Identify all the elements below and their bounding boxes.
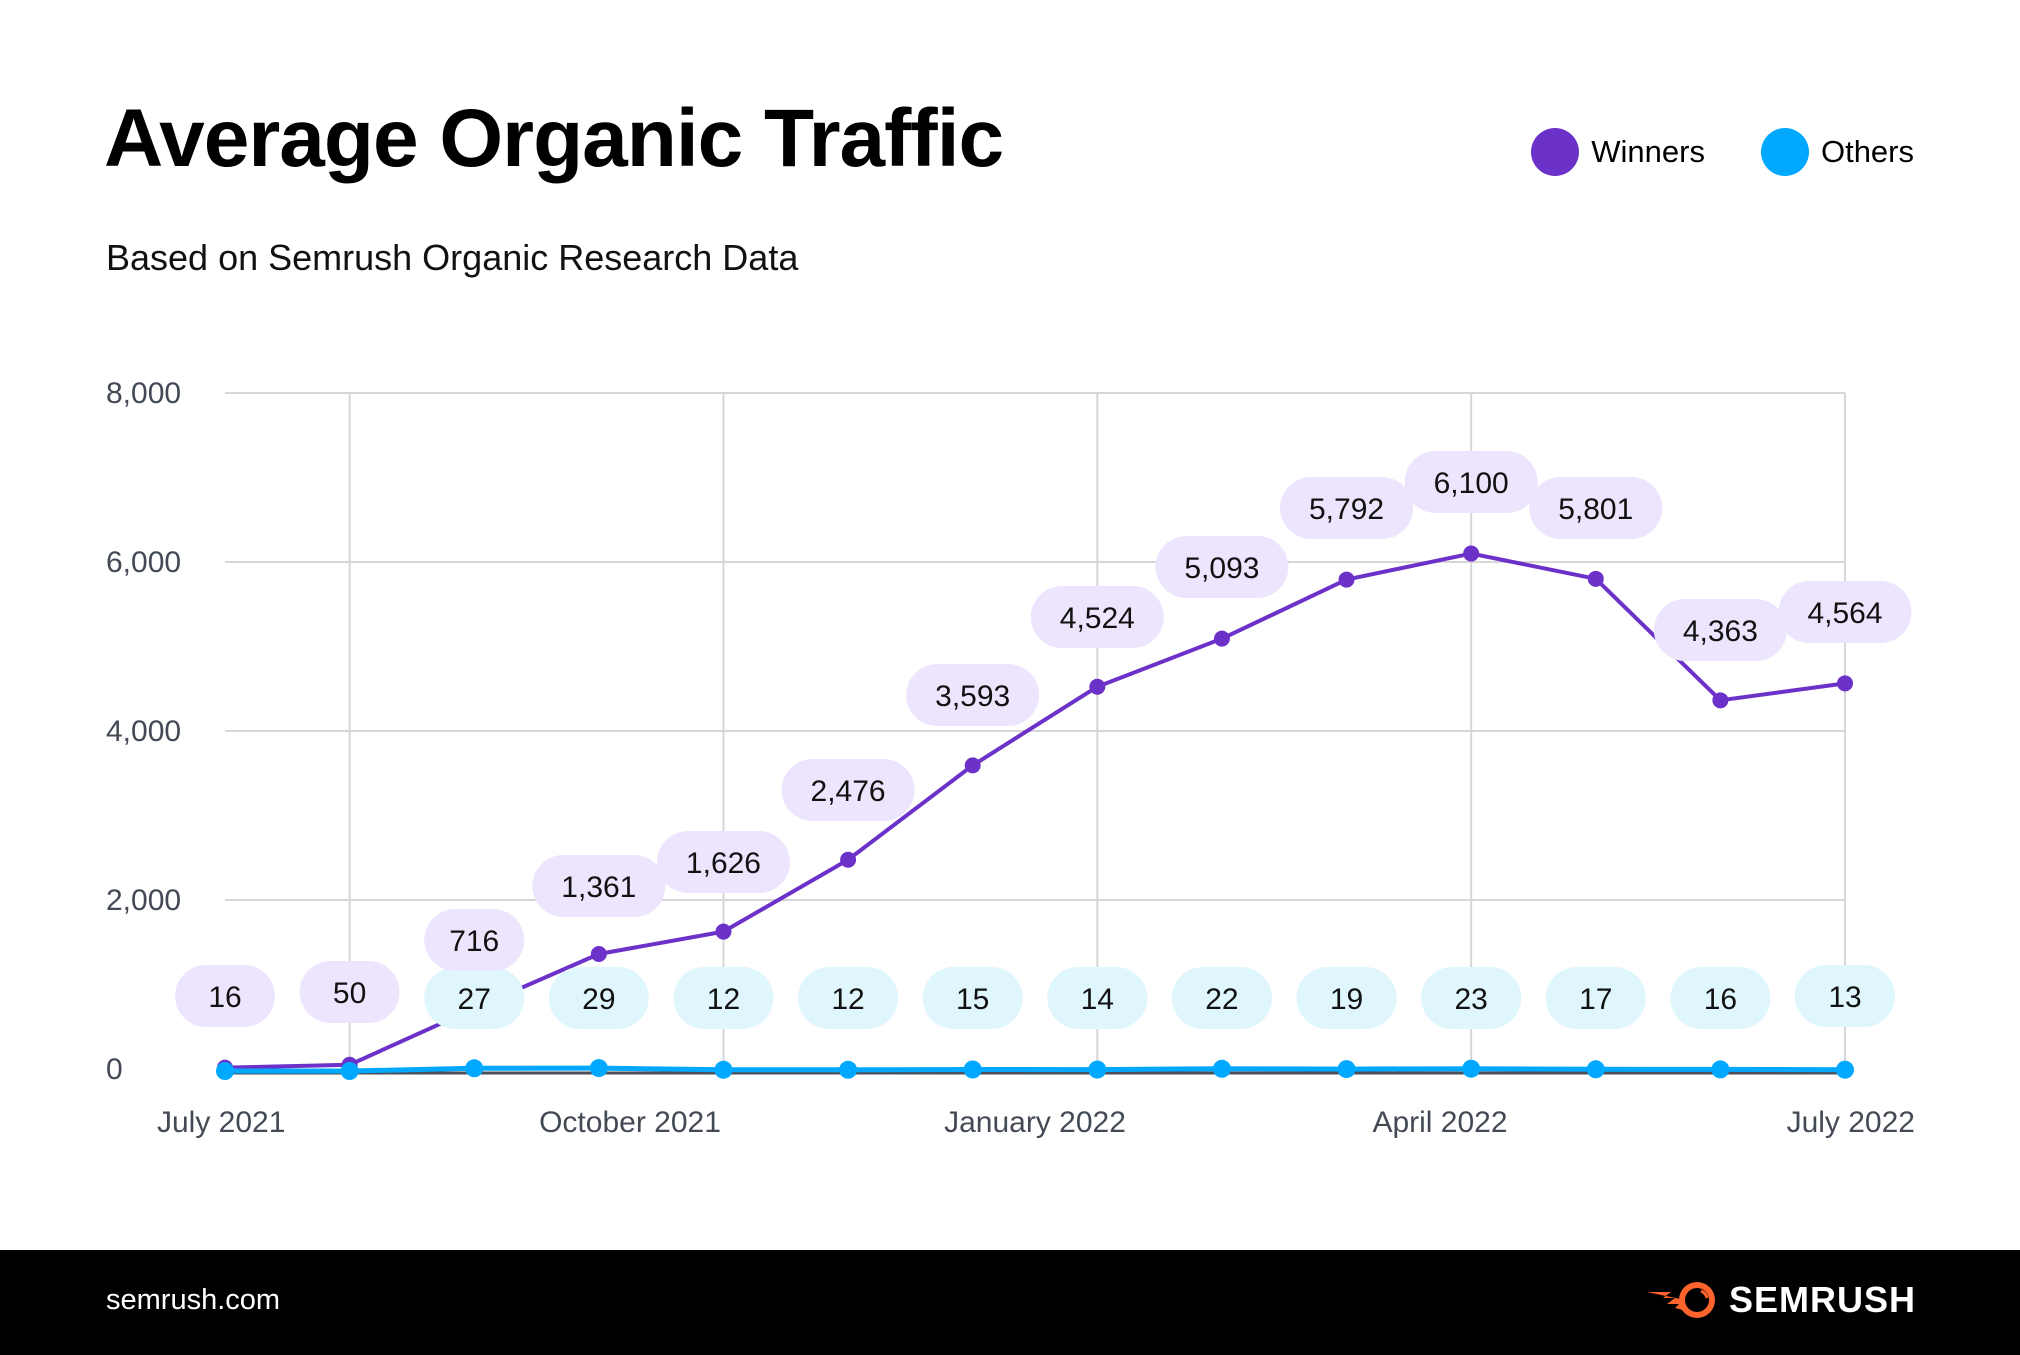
semrush-logo: SEMRUSH xyxy=(1645,1278,1916,1322)
winners-point xyxy=(1089,678,1106,695)
y-tick-label: 2,000 xyxy=(106,884,181,917)
data-label: 23 xyxy=(1454,983,1487,1016)
data-label: 13 xyxy=(1828,981,1861,1014)
data-label: 3,593 xyxy=(935,680,1010,713)
x-tick-label: July 2022 xyxy=(1787,1106,1915,1139)
data-label: 6,100 xyxy=(1434,467,1509,500)
x-tick-label: October 2021 xyxy=(539,1106,721,1139)
data-label: 50 xyxy=(333,977,366,1010)
others-point xyxy=(589,1059,608,1078)
others-point xyxy=(1088,1060,1107,1079)
others-point xyxy=(216,1062,234,1080)
data-label: 5,093 xyxy=(1184,552,1259,585)
others-point xyxy=(465,1059,484,1078)
data-label: 2,476 xyxy=(811,775,886,808)
others-point xyxy=(1586,1060,1605,1079)
winners-point xyxy=(1712,692,1729,709)
data-label: 4,524 xyxy=(1060,602,1135,635)
data-label: 1,361 xyxy=(561,871,636,904)
footer-url[interactable]: semrush.com xyxy=(106,1284,280,1317)
x-tick-label: April 2022 xyxy=(1372,1106,1507,1139)
data-label: 15 xyxy=(956,983,989,1016)
line-chart: 0 2,000 4,000 6,000 8,000 July 2021 October 20… xyxy=(106,377,1915,1139)
data-label: 5,801 xyxy=(1558,493,1633,526)
data-label: 12 xyxy=(707,983,740,1016)
winners-point xyxy=(964,757,981,774)
winners-point xyxy=(1837,675,1853,692)
y-tick-label: 0 xyxy=(106,1053,123,1086)
y-tick-label: 4,000 xyxy=(106,715,181,748)
data-label: 4,564 xyxy=(1807,597,1882,630)
data-label: 14 xyxy=(1081,983,1114,1016)
data-label: 4,363 xyxy=(1683,615,1758,648)
data-label: 5,792 xyxy=(1309,493,1384,526)
others-point xyxy=(1836,1060,1854,1079)
y-tick-label: 6,000 xyxy=(106,546,181,579)
data-label: 716 xyxy=(449,925,499,958)
others-point xyxy=(839,1060,858,1079)
winners-point xyxy=(1587,570,1604,587)
winners-point xyxy=(590,945,607,962)
others-point xyxy=(1462,1059,1481,1078)
data-label: 19 xyxy=(1330,983,1363,1016)
data-label: 12 xyxy=(831,983,864,1016)
winners-point xyxy=(1463,545,1480,562)
footer: semrush.com SEMRUSH xyxy=(0,1250,2020,1355)
y-tick-label: 8,000 xyxy=(106,377,181,410)
others-point xyxy=(714,1060,733,1079)
others-point xyxy=(1212,1059,1231,1078)
winners-point xyxy=(840,851,857,868)
data-label: 17 xyxy=(1579,983,1612,1016)
x-tick-label: January 2022 xyxy=(944,1106,1126,1139)
brand-name: SEMRUSH xyxy=(1728,1279,1916,1320)
others-point xyxy=(1711,1060,1730,1079)
x-tick-label: July 2021 xyxy=(157,1106,285,1139)
winners-point xyxy=(1213,630,1230,647)
data-label: 29 xyxy=(582,983,615,1016)
data-label: 16 xyxy=(1704,983,1737,1016)
others-point xyxy=(1337,1060,1356,1079)
data-label: 27 xyxy=(458,983,491,1016)
others-point xyxy=(340,1062,359,1080)
others-point xyxy=(963,1060,982,1079)
winners-point xyxy=(1338,571,1355,588)
data-label: 1,626 xyxy=(686,847,761,880)
winners-point xyxy=(715,923,732,940)
data-label: 16 xyxy=(208,981,241,1014)
semrush-comet-icon xyxy=(1646,1282,1715,1318)
data-label: 22 xyxy=(1205,983,1238,1016)
